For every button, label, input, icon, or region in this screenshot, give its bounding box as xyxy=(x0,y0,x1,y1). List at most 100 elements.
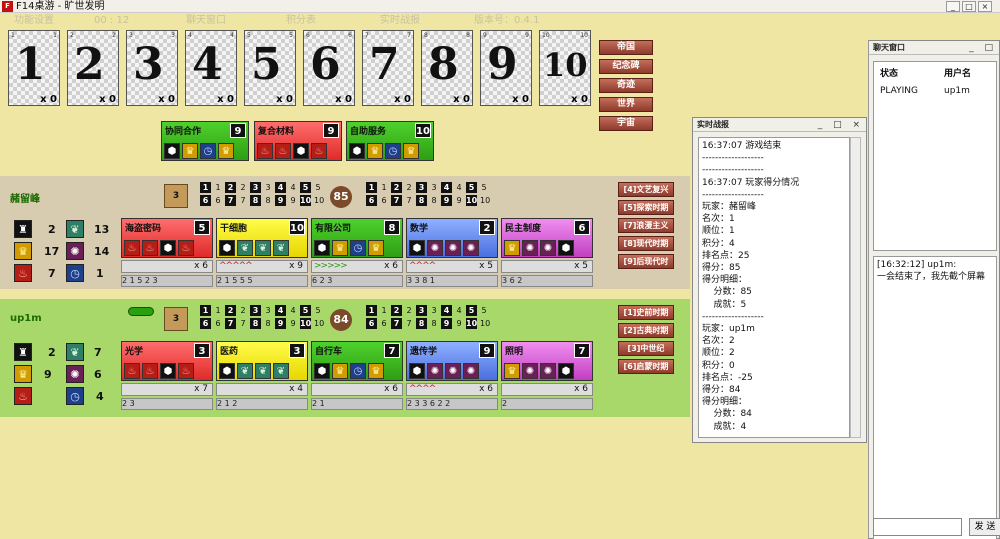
top-card-blue[interactable]: 遗传学 9 ⬢ ✺ ✺ ✺ xyxy=(406,341,498,381)
bulb-icon: ✺ xyxy=(463,240,479,256)
crown-icon: ♛ xyxy=(14,242,32,260)
achievement-label: 3 xyxy=(265,306,271,315)
shared-card[interactable]: 自助服务 10 ⬢ ♛ ◷ ♛ xyxy=(346,121,434,161)
bulb-icon: ✺ xyxy=(66,242,84,260)
splay-indicator[interactable]: x 4 xyxy=(216,383,308,396)
era-corner-label: 10 xyxy=(580,32,588,39)
achievement-label: 7 xyxy=(240,196,246,205)
era-corner-label: 8 xyxy=(424,32,428,39)
era-card[interactable]: 333x 0 xyxy=(126,30,178,106)
player-special-achievement[interactable]: [2]古典时期 xyxy=(618,323,674,338)
card-icon-row: ⬢ ♛ ◷ ♛ xyxy=(314,240,384,256)
splay-indicator[interactable]: x 6 xyxy=(501,383,593,396)
send-button[interactable]: 发 送 xyxy=(969,518,1000,536)
special-achievement-button[interactable]: 纪念碑 xyxy=(599,59,653,74)
player-special-achievement[interactable]: [8]现代时期 xyxy=(618,236,674,251)
card-name: 自行车 xyxy=(315,347,343,357)
shared-card[interactable]: 协同合作 9 ⬢ ♛ ◷ ♛ xyxy=(161,121,249,161)
splay-indicator[interactable]: x 5 xyxy=(501,260,593,273)
achievement-label: 1 xyxy=(215,183,221,192)
battle-log-scrollbar[interactable] xyxy=(850,137,861,438)
top-card-purple[interactable]: 民主制度 6 ♛ ✺ ✺ ⬢ xyxy=(501,218,593,258)
resource-count: 2 xyxy=(48,346,56,359)
era-card[interactable]: 222x 0 xyxy=(67,30,119,106)
panel-window-controls[interactable]: _ □ × xyxy=(818,118,864,132)
splay-arrows: ^^^^^ xyxy=(219,261,253,271)
pile-icon-summary: 2 1 xyxy=(311,398,403,410)
achievement-label: 5 xyxy=(315,183,321,192)
achievement-label: 2 xyxy=(406,306,412,315)
top-card-green[interactable]: 自行车 7 ⬢ ♛ ◷ ♛ xyxy=(311,341,403,381)
chat-window-controls[interactable]: _ □ xyxy=(969,41,997,55)
close-button[interactable]: × xyxy=(978,1,992,12)
achievement-label: 10 xyxy=(480,196,491,205)
card-name: 照明 xyxy=(505,347,524,357)
special-achievement-button[interactable]: 宇宙 xyxy=(599,116,653,131)
battle-log-line: 顺位：1 xyxy=(702,226,735,237)
era-corner-label: 4 xyxy=(188,32,192,39)
splay-indicator[interactable]: x 7 xyxy=(121,383,213,396)
top-card-yellow[interactable]: 医药 3 ⬢ ❦ ❦ ❦ xyxy=(216,341,308,381)
player-name[interactable]: 赭留峰 xyxy=(10,190,40,205)
card-number: 10 xyxy=(289,220,305,235)
player-special-achievement[interactable]: [6]启蒙时期 xyxy=(618,359,674,374)
user-name-cell[interactable]: up1m xyxy=(944,86,970,96)
top-card-red[interactable]: 光学 3 ♨ ♨ ⬢ ♨ xyxy=(121,341,213,381)
maximize-button[interactable]: □ xyxy=(962,1,976,12)
menu-chat[interactable]: 聊天窗口 xyxy=(182,13,230,28)
special-achievement-button[interactable]: 奇迹 xyxy=(599,78,653,93)
top-card-yellow[interactable]: 干细胞 10 ⬢ ❦ ❦ ❦ xyxy=(216,218,308,258)
crown-icon: ♛ xyxy=(367,143,383,159)
player-special-achievement[interactable]: [9]后现代时 xyxy=(618,254,674,269)
clock-icon: ◷ xyxy=(385,143,401,159)
achievement-tile: 2 xyxy=(391,305,402,316)
achievement-tile: 8 xyxy=(250,318,261,329)
achievement-tile: 2 xyxy=(225,305,236,316)
era-corner-label: 9 xyxy=(483,32,487,39)
menu-scores[interactable]: 积分表 xyxy=(282,13,320,28)
player-special-achievement[interactable]: [5]探索时期 xyxy=(618,200,674,215)
top-card-red[interactable]: 海盗密码 5 ♨ ♨ ⬢ ♨ xyxy=(121,218,213,258)
era-card[interactable]: 888x 0 xyxy=(421,30,473,106)
era-card[interactable]: 10 10 10 x 0 xyxy=(539,30,591,106)
top-card-green[interactable]: 有限公司 8 ⬢ ♛ ◷ ♛ xyxy=(311,218,403,258)
score-pile-icon[interactable]: 3 xyxy=(164,307,188,331)
menu-settings[interactable]: 功能设置 xyxy=(10,13,58,28)
era-count: x 0 xyxy=(571,94,588,105)
era-card[interactable]: 666x 0 xyxy=(303,30,355,106)
splay-indicator[interactable]: x 6 xyxy=(311,383,403,396)
era-count: x 0 xyxy=(40,94,57,105)
player-special-achievement[interactable]: [1]史前时期 xyxy=(618,305,674,320)
special-achievement-button[interactable]: 帝国 xyxy=(599,40,653,55)
era-corner-label: 3 xyxy=(129,32,133,39)
era-card[interactable]: 777x 0 xyxy=(362,30,414,106)
player-special-achievement[interactable]: [4]文艺复兴 xyxy=(618,182,674,197)
menu-battle-log[interactable]: 实时战报 xyxy=(376,13,424,28)
achievement-tile: 1 xyxy=(366,182,377,193)
player-special-achievement[interactable]: [7]浪漫主义 xyxy=(618,218,674,233)
minimize-button[interactable]: _ xyxy=(946,1,960,12)
player-special-achievement[interactable]: [3]中世纪 xyxy=(618,341,674,356)
shared-card[interactable]: 复合材料 9 ♨ ♨ ⬢ ♨ xyxy=(254,121,342,161)
era-corner-label: 3 xyxy=(171,32,175,39)
top-card-purple[interactable]: 照明 7 ♛ ✺ ✺ ⬢ xyxy=(501,341,593,381)
card-icon-row: ⬢ ❦ ❦ ❦ xyxy=(219,363,289,379)
battle-log-line: 排名点：-25 xyxy=(702,372,753,383)
era-card[interactable]: 555x 0 xyxy=(244,30,296,106)
era-count: x 0 xyxy=(394,94,411,105)
achievement-label: 6 xyxy=(215,196,221,205)
era-corner-label: 6 xyxy=(306,32,310,39)
special-achievement-button[interactable]: 世界 xyxy=(599,97,653,112)
splay-arrows: >>>>> xyxy=(314,261,348,271)
chat-input[interactable] xyxy=(873,518,962,536)
era-card[interactable]: 111x 0 xyxy=(8,30,60,106)
pile-icon-summary: 2 3 xyxy=(121,398,213,410)
hex-icon: ⬢ xyxy=(409,363,425,379)
splay-indicator[interactable]: x 6 xyxy=(121,260,213,273)
menu-bar: 功能设置 00 : 12 聊天窗口 积分表 实时战报 版本号：0.4.1 xyxy=(0,13,860,28)
score-pile-icon[interactable]: 3 xyxy=(164,184,188,208)
top-card-blue[interactable]: 数学 2 ⬢ ✺ ✺ ✺ xyxy=(406,218,498,258)
era-card[interactable]: 999x 0 xyxy=(480,30,532,106)
player-name[interactable]: up1m xyxy=(10,313,42,324)
era-card[interactable]: 444x 0 xyxy=(185,30,237,106)
